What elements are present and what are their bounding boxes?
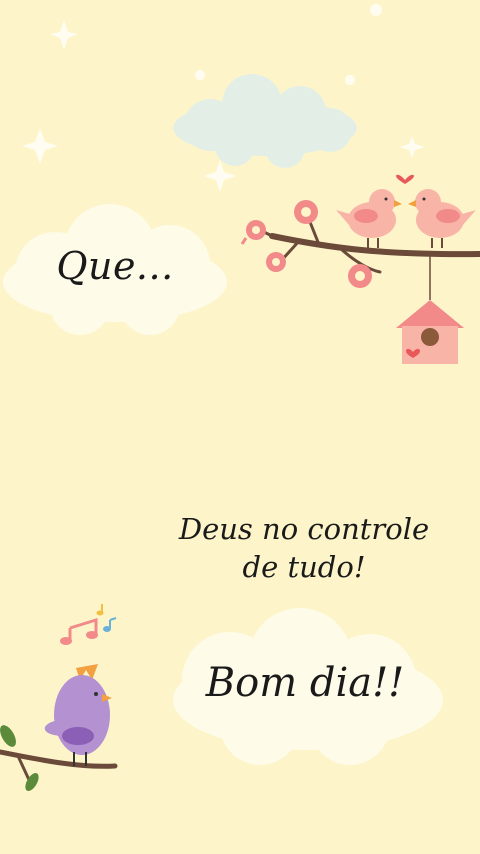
message-line-1: Deus no controle — [178, 512, 430, 546]
purple-bird-icon — [44, 664, 112, 766]
star-icon — [22, 128, 58, 164]
love-birds-icon — [336, 174, 476, 248]
greeting-card: Que... Deus no controle de tudo! Bom dia… — [0, 0, 480, 854]
background-art — [0, 4, 480, 792]
star-icon — [195, 70, 205, 80]
music-notes-icon — [60, 604, 117, 645]
heart-icon — [396, 174, 414, 184]
flower-icon — [266, 252, 286, 272]
leaf-icon — [0, 725, 16, 747]
flower-icon — [294, 200, 318, 224]
star-icon — [50, 20, 78, 50]
flower-icon — [348, 264, 372, 288]
flower-icon — [240, 220, 266, 245]
cloud-icon — [173, 74, 357, 168]
message-line-2: de tudo! — [242, 550, 366, 584]
birdhouse-icon — [396, 254, 464, 364]
intro-text: Que... — [56, 244, 174, 288]
star-icon — [370, 4, 382, 16]
message-text: Deus no controle de tudo! — [170, 510, 438, 586]
star-icon — [345, 75, 355, 85]
star-icon — [400, 136, 424, 158]
closing-text: Bom dia!! — [205, 660, 405, 706]
